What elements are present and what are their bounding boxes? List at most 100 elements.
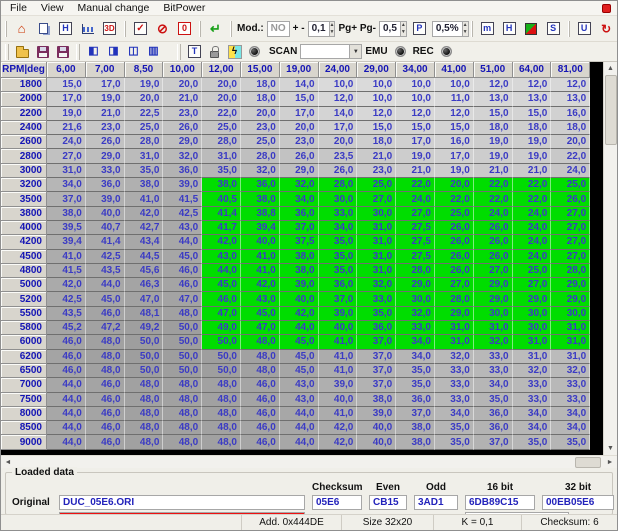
map-cell[interactable]: 45,0 bbox=[280, 335, 319, 349]
map-cell[interactable]: 47,2 bbox=[86, 321, 125, 335]
map-cell[interactable]: 43,5 bbox=[47, 307, 86, 321]
map-cell[interactable]: 44,0 bbox=[280, 421, 319, 435]
map-cell[interactable]: 32,0 bbox=[513, 364, 552, 378]
cancel-button[interactable]: ⊘ bbox=[152, 19, 173, 38]
map-cell[interactable]: 19,0 bbox=[513, 135, 552, 149]
map-cell[interactable]: 48,0 bbox=[86, 364, 125, 378]
map-cell[interactable]: 35,0 bbox=[396, 364, 435, 378]
map-cell[interactable]: 34,0 bbox=[47, 178, 86, 192]
map-s-button[interactable]: S bbox=[543, 19, 564, 38]
row-header-4800[interactable]: 4800 bbox=[1, 264, 47, 278]
map-cell[interactable]: 15,0 bbox=[396, 121, 435, 135]
map-cell[interactable]: 41,0 bbox=[319, 364, 358, 378]
map-cell[interactable]: 39,0 bbox=[86, 192, 125, 206]
map-cell[interactable]: 41,5 bbox=[47, 264, 86, 278]
map-cell[interactable]: 14,0 bbox=[280, 78, 319, 92]
map-cell[interactable]: 37,0 bbox=[396, 407, 435, 421]
run-button[interactable]: ϟ bbox=[225, 43, 244, 60]
home-button[interactable]: ⌂ bbox=[11, 19, 32, 38]
map-cell[interactable]: 46,0 bbox=[241, 393, 280, 407]
map-cell[interactable]: 32,0 bbox=[396, 307, 435, 321]
map-cell[interactable]: 46,0 bbox=[47, 335, 86, 349]
row-header-4000[interactable]: 4000 bbox=[1, 221, 47, 235]
map-cell[interactable]: 12,0 bbox=[396, 107, 435, 121]
map-cell[interactable]: 10,0 bbox=[319, 78, 358, 92]
map-cell[interactable]: 47,0 bbox=[241, 321, 280, 335]
map-cell[interactable]: 32,0 bbox=[474, 335, 513, 349]
map-cell[interactable]: 41,0 bbox=[319, 335, 358, 349]
map-cell[interactable]: 31,0 bbox=[202, 149, 241, 163]
map-cell[interactable]: 46,3 bbox=[125, 278, 164, 292]
map-cell[interactable]: 34,0 bbox=[513, 407, 552, 421]
map-cell[interactable]: 18,0 bbox=[551, 121, 590, 135]
map-cell[interactable]: 50,0 bbox=[125, 350, 164, 364]
map-cell[interactable]: 33,0 bbox=[319, 207, 358, 221]
map-cell[interactable]: 33,0 bbox=[551, 378, 590, 392]
map-h-button[interactable]: H bbox=[499, 19, 520, 38]
map-cell[interactable]: 13,0 bbox=[513, 92, 552, 106]
map-cell[interactable]: 29,0 bbox=[474, 278, 513, 292]
menu-right-icon[interactable] bbox=[602, 4, 611, 13]
map-cell[interactable]: 38,0 bbox=[280, 250, 319, 264]
map-u-button[interactable]: U bbox=[574, 19, 595, 38]
map-cell[interactable]: 48,0 bbox=[125, 421, 164, 435]
map-cell[interactable]: 38,0 bbox=[396, 421, 435, 435]
map-cell[interactable]: 20,0 bbox=[202, 92, 241, 106]
map-cell[interactable]: 38,0 bbox=[396, 435, 435, 449]
map-cell[interactable]: 42,5 bbox=[47, 292, 86, 306]
map-cell[interactable]: 27,0 bbox=[357, 192, 396, 206]
map-cell[interactable]: 19,0 bbox=[396, 149, 435, 163]
scroll-right-icon[interactable]: ► bbox=[603, 456, 617, 468]
row-header-9000[interactable]: 9000 bbox=[1, 435, 47, 449]
map-cell[interactable]: 50,0 bbox=[163, 364, 202, 378]
map-cell[interactable]: 35,0 bbox=[319, 250, 358, 264]
map-cell[interactable]: 50,0 bbox=[202, 335, 241, 349]
map-cell[interactable]: 35,0 bbox=[319, 264, 358, 278]
map-cell[interactable]: 38,0 bbox=[357, 393, 396, 407]
map-m-button[interactable]: m bbox=[477, 19, 498, 38]
map-cell[interactable]: 26,0 bbox=[474, 250, 513, 264]
map-cell[interactable]: 44,5 bbox=[125, 250, 164, 264]
map-cell[interactable]: 48,0 bbox=[86, 350, 125, 364]
map-cell[interactable]: 21,0 bbox=[163, 92, 202, 106]
map-cell[interactable]: 28,0 bbox=[125, 135, 164, 149]
map-cell[interactable]: 33,0 bbox=[357, 292, 396, 306]
map-cell[interactable]: 39,5 bbox=[47, 221, 86, 235]
map-cell[interactable]: 28,0 bbox=[202, 135, 241, 149]
map-cell[interactable]: 46,0 bbox=[86, 307, 125, 321]
table-grid-button[interactable]: ▥ bbox=[144, 43, 163, 60]
map-cell[interactable]: 29,0 bbox=[435, 307, 474, 321]
emu-button[interactable] bbox=[391, 43, 410, 60]
map-cell[interactable]: 39,0 bbox=[280, 278, 319, 292]
map-cell[interactable]: 48,0 bbox=[163, 307, 202, 321]
map-cell[interactable]: 22,0 bbox=[202, 107, 241, 121]
row-header-6200[interactable]: 6200 bbox=[1, 350, 47, 364]
map-cell[interactable]: 18,0 bbox=[513, 121, 552, 135]
map-cell[interactable]: 26,0 bbox=[474, 221, 513, 235]
map-cell[interactable]: 18,0 bbox=[241, 78, 280, 92]
map-cell[interactable]: 20,0 bbox=[435, 178, 474, 192]
map-cell[interactable]: 22,0 bbox=[551, 149, 590, 163]
map-cell[interactable]: 43,4 bbox=[125, 235, 164, 249]
map-cell[interactable]: 23,0 bbox=[357, 164, 396, 178]
map-cell[interactable]: 46,0 bbox=[163, 264, 202, 278]
map-cell[interactable]: 34,0 bbox=[551, 407, 590, 421]
transfer-button[interactable]: T bbox=[185, 43, 204, 60]
col-header-51,00[interactable]: 51,00 bbox=[474, 62, 513, 78]
page-step-input[interactable]: 0,5 bbox=[379, 21, 401, 37]
map-cell[interactable]: 10,0 bbox=[357, 92, 396, 106]
mod-input[interactable]: NO bbox=[267, 21, 290, 37]
map-cell[interactable]: 48,0 bbox=[125, 378, 164, 392]
row-header-6000[interactable]: 6000 bbox=[1, 335, 47, 349]
map-cell[interactable]: 20,0 bbox=[551, 135, 590, 149]
map-cell[interactable]: 30,0 bbox=[513, 321, 552, 335]
row-header-1800[interactable]: 1800 bbox=[1, 78, 47, 92]
map-cell[interactable]: 38,0 bbox=[125, 178, 164, 192]
scroll-up-icon[interactable]: ▲ bbox=[604, 62, 617, 75]
map-cell[interactable]: 25,0 bbox=[125, 121, 164, 135]
map-cell[interactable]: 41,4 bbox=[86, 235, 125, 249]
map-cell[interactable]: 32,0 bbox=[163, 149, 202, 163]
map-cell[interactable]: 50,0 bbox=[202, 364, 241, 378]
map-cell[interactable]: 31,0 bbox=[551, 335, 590, 349]
map-cell[interactable]: 31,0 bbox=[435, 335, 474, 349]
